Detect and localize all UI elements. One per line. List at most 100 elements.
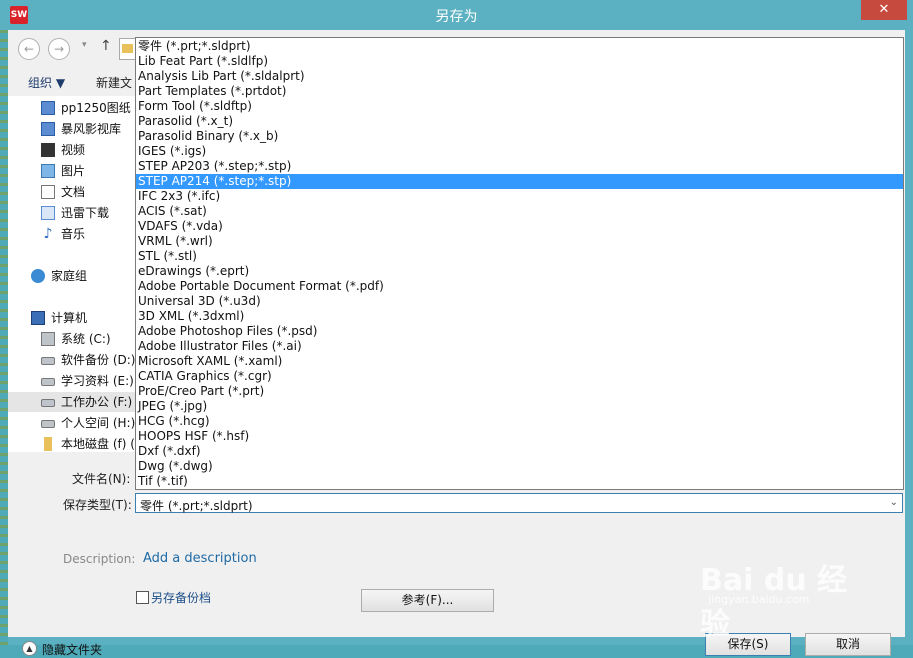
save-backup-label[interactable]: 另存备份档: [151, 589, 211, 606]
tree-item-pp1250[interactable]: pp1250图纸: [8, 98, 136, 118]
tree-item-label: 学习资料 (E:): [61, 374, 134, 388]
drive-icon: [41, 357, 55, 365]
drive-icon: [41, 378, 55, 386]
filetype-option[interactable]: HOOPS HSF (*.hsf): [136, 429, 903, 444]
filetype-option[interactable]: Lib Feat Part (*.sldlfp): [136, 54, 903, 69]
folder-icon: [122, 44, 133, 53]
filetype-option[interactable]: Part Templates (*.prtdot): [136, 84, 903, 99]
tree-item-label: 软件备份 (D:): [61, 353, 136, 367]
save-backup-checkbox[interactable]: [136, 591, 149, 604]
filetype-dropdown-list: 零件 (*.prt;*.sldprt) Lib Feat Part (*.sld…: [135, 37, 904, 490]
up-folder-button[interactable]: ↑: [100, 38, 112, 54]
tree-item-label: 个人空间 (H:): [61, 416, 136, 430]
add-description-link[interactable]: Add a description: [143, 551, 257, 566]
title-bar: SW 另存为 ✕: [0, 0, 913, 30]
tree-item-label: pp1250图纸: [61, 101, 131, 115]
filetype-option[interactable]: IFC 2x3 (*.ifc): [136, 189, 903, 204]
chevron-down-icon: ⌄: [889, 497, 898, 508]
filetype-option[interactable]: 零件 (*.prt;*.sldprt): [136, 39, 903, 54]
filetype-option[interactable]: eDrawings (*.eprt): [136, 264, 903, 279]
baidu-watermark: Bai du 经验 jingyan.baidu.com: [700, 555, 870, 642]
organize-menu[interactable]: 组织 ▼: [28, 74, 65, 91]
tree-item-label: 视频: [61, 143, 86, 157]
hide-folders-label: 隐藏文件夹: [42, 643, 103, 657]
filename-label: 文件名(N):: [72, 472, 131, 486]
music-icon: ♪: [43, 226, 53, 242]
tree-item-label: 家庭组: [51, 269, 88, 283]
filetype-option[interactable]: ProE/Creo Part (*.prt): [136, 384, 903, 399]
system-drive-icon: [41, 332, 55, 346]
filetype-option[interactable]: STEP AP203 (*.step;*.stp): [136, 159, 903, 174]
tree-item-music[interactable]: ♪ 音乐: [8, 224, 136, 244]
filetype-option[interactable]: VDAFS (*.vda): [136, 219, 903, 234]
filetype-selected-value: 零件 (*.prt;*.sldprt): [140, 499, 253, 513]
tree-item-label: 音乐: [61, 227, 86, 241]
filetype-option[interactable]: Adobe Portable Document Format (*.pdf): [136, 279, 903, 294]
tree-item-label: 图片: [61, 164, 86, 178]
filetype-option[interactable]: Adobe Illustrator Files (*.ai): [136, 339, 903, 354]
filetype-option[interactable]: ACIS (*.sat): [136, 204, 903, 219]
tree-item-label: 迅雷下载: [61, 206, 110, 220]
references-button[interactable]: 参考(F)...: [361, 589, 494, 612]
background-edge: [0, 30, 8, 645]
tree-item-local-disk[interactable]: 本地磁盘 (f) (: [8, 434, 136, 452]
tree-item-computer[interactable]: 计算机: [8, 308, 136, 328]
filetype-select[interactable]: 零件 (*.prt;*.sldprt) ⌄: [135, 493, 903, 513]
filetype-option[interactable]: IGES (*.igs): [136, 144, 903, 159]
library-icon: [41, 122, 55, 136]
tree-item-videos[interactable]: 视频: [8, 140, 136, 160]
collapse-up-icon: ▲: [22, 641, 37, 656]
filetype-option[interactable]: VRML (*.wrl): [136, 234, 903, 249]
filetype-option[interactable]: Universal 3D (*.u3d): [136, 294, 903, 309]
watermark-url: jingyan.baidu.com: [708, 593, 810, 606]
filetype-option[interactable]: Form Tool (*.sldftp): [136, 99, 903, 114]
filetype-option[interactable]: Parasolid (*.x_t): [136, 114, 903, 129]
picture-icon: [41, 164, 55, 178]
filetype-option-highlighted[interactable]: STEP AP214 (*.step;*.stp): [136, 174, 903, 189]
tree-item-label: 文档: [61, 185, 86, 199]
drive-icon: [41, 399, 55, 407]
filetype-option[interactable]: Dwg (*.dwg): [136, 459, 903, 474]
download-icon: [41, 206, 55, 220]
filetype-option[interactable]: HCG (*.hcg): [136, 414, 903, 429]
window-title: 另存为: [435, 9, 478, 25]
filetype-option[interactable]: STL (*.stl): [136, 249, 903, 264]
tree-item-label: 工作办公 (F:): [61, 395, 133, 409]
tree-item-documents[interactable]: 文档: [8, 182, 136, 202]
tree-item-drive-h[interactable]: 个人空间 (H:): [8, 413, 136, 433]
filetype-option[interactable]: 3D XML (*.3dxml): [136, 309, 903, 324]
navigation-pane: pp1250图纸 暴风影视库 视频 图片 文档 迅雷下载 ♪ 音乐 家庭组 计算机…: [8, 96, 137, 452]
tree-item-label: 计算机: [51, 311, 88, 325]
tree-item-xunlei-downloads[interactable]: 迅雷下载: [8, 203, 136, 223]
forward-button[interactable]: →: [48, 38, 70, 60]
filetype-option[interactable]: Microsoft XAML (*.xaml): [136, 354, 903, 369]
tree-item-drive-c[interactable]: 系统 (C:): [8, 329, 136, 349]
recent-locations-dropdown[interactable]: ▾: [82, 40, 87, 50]
filetype-option[interactable]: Dxf (*.dxf): [136, 444, 903, 459]
filetype-label: 保存类型(T):: [63, 498, 132, 512]
tree-item-baofeng-library[interactable]: 暴风影视库: [8, 119, 136, 139]
tree-item-pictures[interactable]: 图片: [8, 161, 136, 181]
usb-drive-icon: [44, 437, 52, 451]
filetype-option[interactable]: Parasolid Binary (*.x_b): [136, 129, 903, 144]
close-button[interactable]: ✕: [861, 0, 907, 20]
tree-item-drive-d[interactable]: 软件备份 (D:): [8, 350, 136, 370]
computer-icon: [31, 311, 45, 325]
tree-item-label: 系统 (C:): [61, 332, 111, 346]
filetype-option[interactable]: JPEG (*.jpg): [136, 399, 903, 414]
tree-item-drive-e[interactable]: 学习资料 (E:): [8, 371, 136, 391]
tree-item-drive-f[interactable]: 工作办公 (F:): [8, 392, 136, 412]
library-icon: [41, 101, 55, 115]
back-button[interactable]: ←: [18, 38, 40, 60]
tree-item-homegroup[interactable]: 家庭组: [8, 266, 136, 286]
filetype-option[interactable]: Adobe Photoshop Files (*.psd): [136, 324, 903, 339]
homegroup-icon: [31, 269, 45, 283]
filetype-option[interactable]: CATIA Graphics (*.cgr): [136, 369, 903, 384]
description-label: Description:: [63, 552, 136, 566]
filetype-option[interactable]: Tif (*.tif): [136, 474, 903, 489]
new-folder-button[interactable]: 新建文: [96, 74, 132, 91]
save-as-dialog: SW 另存为 ✕ ← → ▾ ↑ 组织 ▼ 新建文 pp1250图纸 暴风影视库…: [0, 0, 913, 657]
filetype-option[interactable]: Analysis Lib Part (*.sldalprt): [136, 69, 903, 84]
document-icon: [41, 185, 55, 199]
tree-item-label: 暴风影视库: [61, 122, 122, 136]
